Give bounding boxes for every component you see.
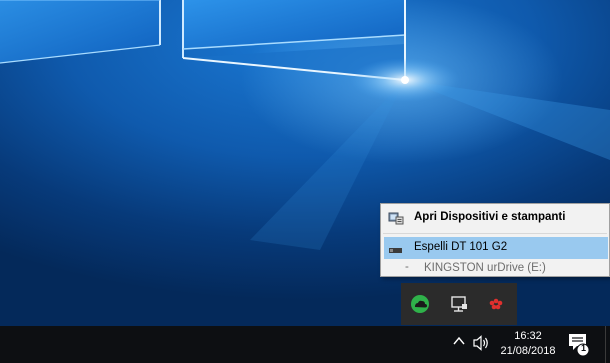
eject-drive-label: Espelli DT 101 G2 (414, 241, 508, 253)
network-monitor-icon[interactable] (449, 294, 469, 314)
eject-drive-item[interactable]: Espelli DT 101 G2 (384, 237, 608, 259)
devices-printers-icon (388, 210, 404, 226)
usb-drive-icon (389, 243, 403, 253)
drive-volume-item: - KINGSTON urDrive (E:) (381, 258, 609, 280)
drive-volume-label: KINGSTON urDrive (E:) (424, 262, 546, 274)
action-center-notification-icon[interactable]: 1 (566, 330, 592, 358)
volume-icon[interactable] (473, 335, 491, 351)
cloud-sync-icon[interactable] (410, 294, 430, 314)
tray-overflow-panel (401, 283, 517, 325)
open-devices-printers-label: Apri Dispositivi e stampanti (414, 211, 566, 223)
device-context-menu: Apri Dispositivi e stampanti Espelli DT … (380, 203, 610, 277)
taskbar: 16:32 21/08/2018 1 (0, 326, 610, 363)
paw-icon[interactable] (486, 294, 506, 314)
open-devices-printers-item[interactable]: Apri Dispositivi e stampanti (381, 207, 609, 229)
menu-separator (383, 233, 607, 234)
show-desktop-button[interactable] (605, 326, 606, 363)
clock-date: 21/08/2018 (500, 345, 556, 357)
clock-time: 16:32 (514, 330, 542, 342)
drive-volume-dash: - (405, 261, 409, 273)
system-clock[interactable]: 16:32 21/08/2018 (497, 329, 559, 359)
notification-count-badge: 1 (580, 343, 586, 353)
show-hidden-icons-chevron-up-icon[interactable] (452, 334, 466, 348)
